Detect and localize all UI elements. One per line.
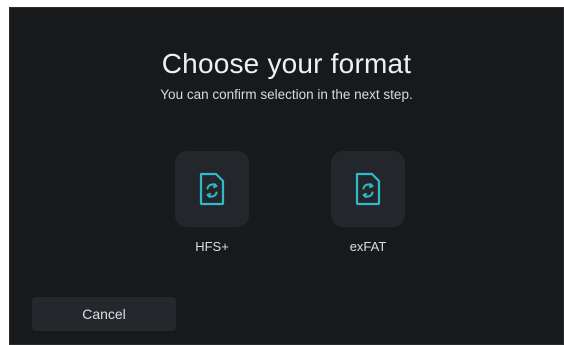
dialog-title: Choose your format [161, 48, 412, 79]
format-tile[interactable] [175, 151, 249, 227]
format-file-icon [199, 172, 225, 206]
format-label-exfat: exFAT [349, 239, 387, 254]
format-label-hfs-plus: HFS+ [195, 239, 229, 254]
format-option-exfat[interactable]: exFAT [323, 151, 413, 261]
format-dialog: Choose your format You can confirm selec… [9, 7, 564, 345]
format-tile[interactable] [331, 151, 405, 227]
cancel-button[interactable]: Cancel [32, 297, 176, 331]
format-file-icon [355, 172, 381, 206]
dialog-subtitle: You can confirm selection in the next st… [160, 87, 413, 102]
format-option-hfs-plus[interactable]: HFS+ [167, 151, 257, 261]
